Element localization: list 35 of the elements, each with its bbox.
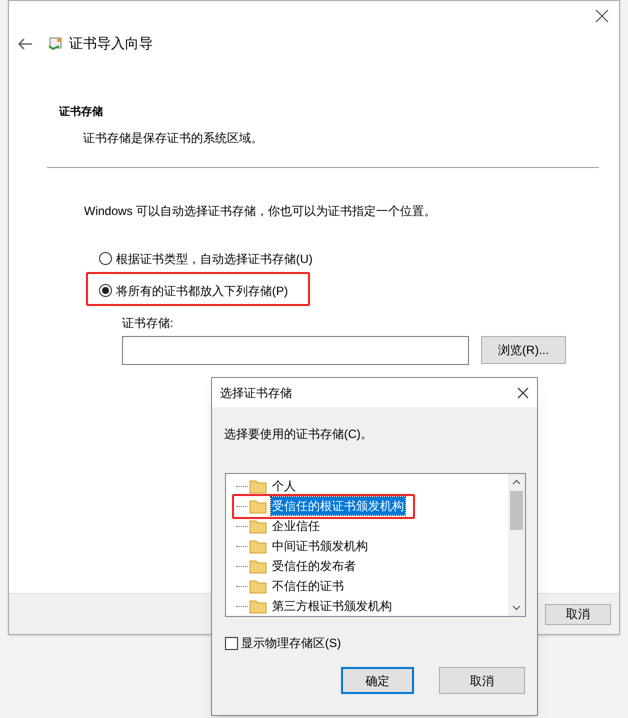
tree-item[interactable]: 企业信任 [271, 517, 321, 535]
intro-text: Windows 可以自动选择证书存储，你也可以为证书指定一个位置。 [83, 202, 438, 220]
back-arrow-icon[interactable] [17, 36, 33, 50]
folder-icon [249, 538, 267, 554]
cancel-button[interactable]: 取消 [439, 667, 525, 694]
close-icon[interactable] [595, 9, 609, 23]
ok-button[interactable]: 确定 [341, 667, 414, 694]
cancel-button[interactable]: 取消 [545, 604, 611, 624]
store-label: 证书存储: [122, 314, 174, 332]
store-input-field[interactable] [122, 336, 469, 364]
section-title: 证书存储 [59, 104, 104, 120]
radio-option[interactable]: 根据证书类型，自动选择证书存储(U) [99, 250, 313, 268]
close-icon[interactable] [517, 386, 529, 398]
dialog-title: 选择证书存储 [220, 384, 292, 402]
folder-icon [249, 478, 267, 494]
tree-item[interactable]: 中间证书颁发机构 [271, 537, 369, 555]
browse-button[interactable]: 浏览(R)... [481, 336, 566, 364]
tree-item[interactable]: 受信任的发布者 [271, 557, 357, 575]
tree-item[interactable]: 个人 [271, 477, 297, 495]
folder-icon [249, 558, 267, 574]
wizard-title: 证书导入向导 [69, 34, 153, 53]
folder-icon [249, 518, 267, 534]
tree-item[interactable]: 不信任的证书 [271, 577, 345, 595]
folder-icon [249, 598, 267, 614]
folder-icon [249, 498, 267, 514]
radio-option[interactable]: 将所有的证书都放入下列存储(P) [99, 282, 288, 300]
tree-item[interactable]: 第三方根证书颁发机构 [271, 597, 393, 615]
dialog-prompt: 选择要使用的证书存储(C)。 [223, 426, 374, 443]
tree-item[interactable]: 受信任的根证书颁发机构 [271, 497, 405, 515]
scrollbar-thumb[interactable] [510, 491, 523, 530]
show-physical-checkbox[interactable]: 显示物理存储区(S) [225, 634, 537, 652]
scrollbar[interactable] [508, 474, 525, 616]
certificate-icon [47, 36, 63, 52]
radio-circle[interactable] [99, 284, 112, 297]
section-description: 证书存储是保存证书的系统区域。 [82, 130, 264, 146]
